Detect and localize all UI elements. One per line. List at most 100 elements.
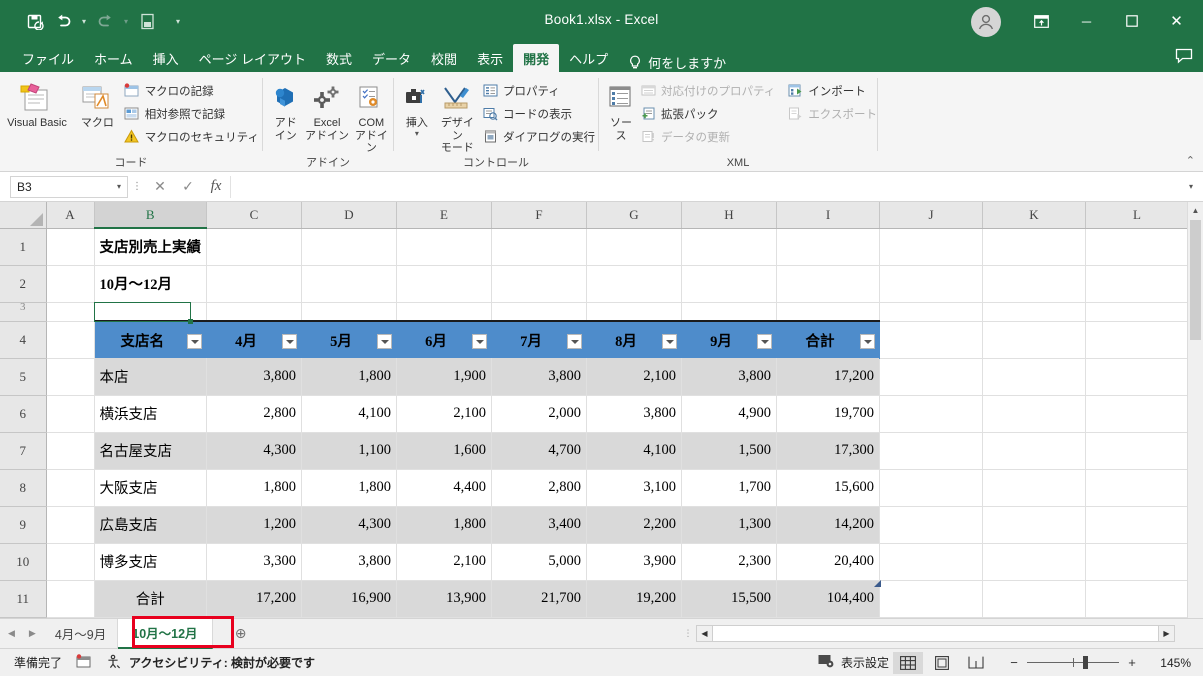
cell-A5[interactable] <box>46 358 95 396</box>
table-cell-jul[interactable]: 3,800 <box>491 358 587 396</box>
zoom-out-button[interactable]: − <box>1005 655 1023 670</box>
ribbon-tab-home[interactable]: ホーム <box>84 44 143 72</box>
cell-H2[interactable] <box>681 265 777 303</box>
table-cell-branch[interactable]: 広島支店 <box>94 506 207 544</box>
cell-K2[interactable] <box>982 265 1086 303</box>
zoom-level-label[interactable]: 145% <box>1145 656 1191 670</box>
cell-A1[interactable] <box>46 228 95 266</box>
cell-L4[interactable] <box>1085 321 1189 359</box>
table-cell-branch[interactable]: 名古屋支店 <box>94 432 207 470</box>
cell-E1[interactable] <box>396 228 492 266</box>
cell-K9[interactable] <box>982 506 1086 544</box>
maximize-button[interactable] <box>1109 4 1154 38</box>
filter-dropdown-icon[interactable] <box>567 334 582 349</box>
cell-H3[interactable] <box>681 302 777 322</box>
cell-A2[interactable] <box>46 265 95 303</box>
scroll-up-icon[interactable]: ▲ <box>1188 202 1203 218</box>
chevron-down-icon[interactable]: ▾ <box>117 182 121 191</box>
ribbon-tab-help[interactable]: ヘルプ <box>559 44 618 72</box>
collapse-ribbon-button[interactable]: ⌃ <box>1186 154 1195 167</box>
scroll-left-icon[interactable]: ◀ <box>696 625 713 642</box>
table-cell-branch[interactable]: 本店 <box>94 358 207 396</box>
total-cell-sep[interactable]: 15,500 <box>681 580 777 618</box>
cell-D2[interactable] <box>301 265 397 303</box>
column-header-I[interactable]: I <box>776 202 880 229</box>
sheet-tab-oct-dec[interactable]: 10月～12月 <box>118 618 213 649</box>
record-macro-button[interactable]: マクロの記録 <box>121 80 262 101</box>
table-header-apr[interactable]: 4月 <box>206 320 302 358</box>
horizontal-scroll-track[interactable] <box>713 625 1175 642</box>
excel-add-ins-button[interactable]: Excel アドイン <box>304 76 349 142</box>
filter-dropdown-icon[interactable] <box>662 334 677 349</box>
cell-J4[interactable] <box>879 321 983 359</box>
table-cell-may[interactable]: 3,800 <box>301 543 397 581</box>
total-cell-jul[interactable]: 21,700 <box>491 580 587 618</box>
table-row[interactable]: 5 本店 3,800 1,800 1,900 3,800 2,100 3,800… <box>0 358 1189 396</box>
table-cell-jun[interactable]: 4,400 <box>396 469 492 507</box>
ribbon-tab-view[interactable]: 表示 <box>467 44 513 72</box>
table-cell-aug[interactable]: 3,100 <box>586 469 682 507</box>
cell-K5[interactable] <box>982 358 1086 396</box>
table-row[interactable]: 6 横浜支店 2,800 4,100 2,100 2,000 3,800 4,9… <box>0 395 1189 433</box>
filter-dropdown-icon[interactable] <box>187 334 202 349</box>
cell-A11[interactable] <box>46 580 95 618</box>
table-cell-jul[interactable]: 5,000 <box>491 543 587 581</box>
table-cell-sep[interactable]: 1,300 <box>681 506 777 544</box>
macro-record-icon[interactable] <box>76 654 91 671</box>
zoom-track[interactable] <box>1027 656 1119 669</box>
table-header-jun[interactable]: 6月 <box>396 320 492 358</box>
row-header-9[interactable]: 9 <box>0 506 47 544</box>
add-sheet-button[interactable]: ⊕ <box>227 625 255 642</box>
row-header-1[interactable]: 1 <box>0 228 47 266</box>
table-header-total[interactable]: 合計 <box>776 320 880 358</box>
previous-sheet-icon[interactable]: ◀ <box>8 628 15 639</box>
cell-J2[interactable] <box>879 265 983 303</box>
cell-K11[interactable] <box>982 580 1086 618</box>
cell-I2[interactable] <box>776 265 880 303</box>
cell-L5[interactable] <box>1085 358 1189 396</box>
ribbon-display-options-icon[interactable] <box>1019 4 1064 38</box>
cell-J3[interactable] <box>879 302 983 322</box>
view-code-button[interactable]: コードの表示 <box>479 103 598 124</box>
cell-D1[interactable] <box>301 228 397 266</box>
table-resize-handle[interactable] <box>874 580 881 587</box>
filter-dropdown-icon[interactable] <box>377 334 392 349</box>
xml-source-button[interactable]: ソース <box>605 76 637 142</box>
macro-security-button[interactable]: マクロのセキュリティ <box>121 126 262 147</box>
column-header-H[interactable]: H <box>681 202 777 229</box>
design-mode-button[interactable]: デザイン モード <box>436 76 479 155</box>
table-cell-aug[interactable]: 3,800 <box>586 395 682 433</box>
cell-L6[interactable] <box>1085 395 1189 433</box>
zoom-slider[interactable]: − + <box>1005 655 1141 670</box>
filter-dropdown-icon[interactable] <box>757 334 772 349</box>
ribbon-tab-developer[interactable]: 開発 <box>513 44 560 72</box>
cell-K6[interactable] <box>982 395 1086 433</box>
total-cell-may[interactable]: 16,900 <box>301 580 397 618</box>
table-cell-jul[interactable]: 4,700 <box>491 432 587 470</box>
comments-icon[interactable] <box>1175 47 1193 70</box>
confirm-entry-icon[interactable]: ✓ <box>174 176 202 198</box>
table-cell-branch[interactable]: 博多支店 <box>94 543 207 581</box>
cell-E3[interactable] <box>396 302 492 322</box>
run-dialog-button[interactable]: ダイアログの実行 <box>479 126 598 147</box>
column-header-E[interactable]: E <box>396 202 492 229</box>
name-box[interactable]: B3 ▾ <box>10 175 128 198</box>
cancel-entry-icon[interactable]: ✕ <box>146 176 174 198</box>
cell-B3[interactable] <box>94 302 207 322</box>
ribbon-tab-formulas[interactable]: 数式 <box>316 44 362 72</box>
com-add-ins-button[interactable]: COM アドイン <box>350 76 393 155</box>
column-header-L[interactable]: L <box>1085 202 1189 229</box>
table-cell-total[interactable]: 19,700 <box>776 395 880 433</box>
cell-L1[interactable] <box>1085 228 1189 266</box>
table-row[interactable]: 8 大阪支店 1,800 1,800 4,400 2,800 3,100 1,7… <box>0 469 1189 507</box>
select-all-button[interactable] <box>0 202 47 229</box>
table-cell-may[interactable]: 4,300 <box>301 506 397 544</box>
table-cell-sep[interactable]: 1,700 <box>681 469 777 507</box>
formula-bar-handle[interactable]: ⋮ <box>128 181 146 192</box>
column-header-C[interactable]: C <box>206 202 302 229</box>
ribbon-tab-file[interactable]: ファイル <box>12 44 84 72</box>
table-cell-branch[interactable]: 大阪支店 <box>94 469 207 507</box>
cell-F1[interactable] <box>491 228 587 266</box>
table-header-jul[interactable]: 7月 <box>491 320 587 358</box>
formula-input[interactable] <box>230 175 1183 198</box>
